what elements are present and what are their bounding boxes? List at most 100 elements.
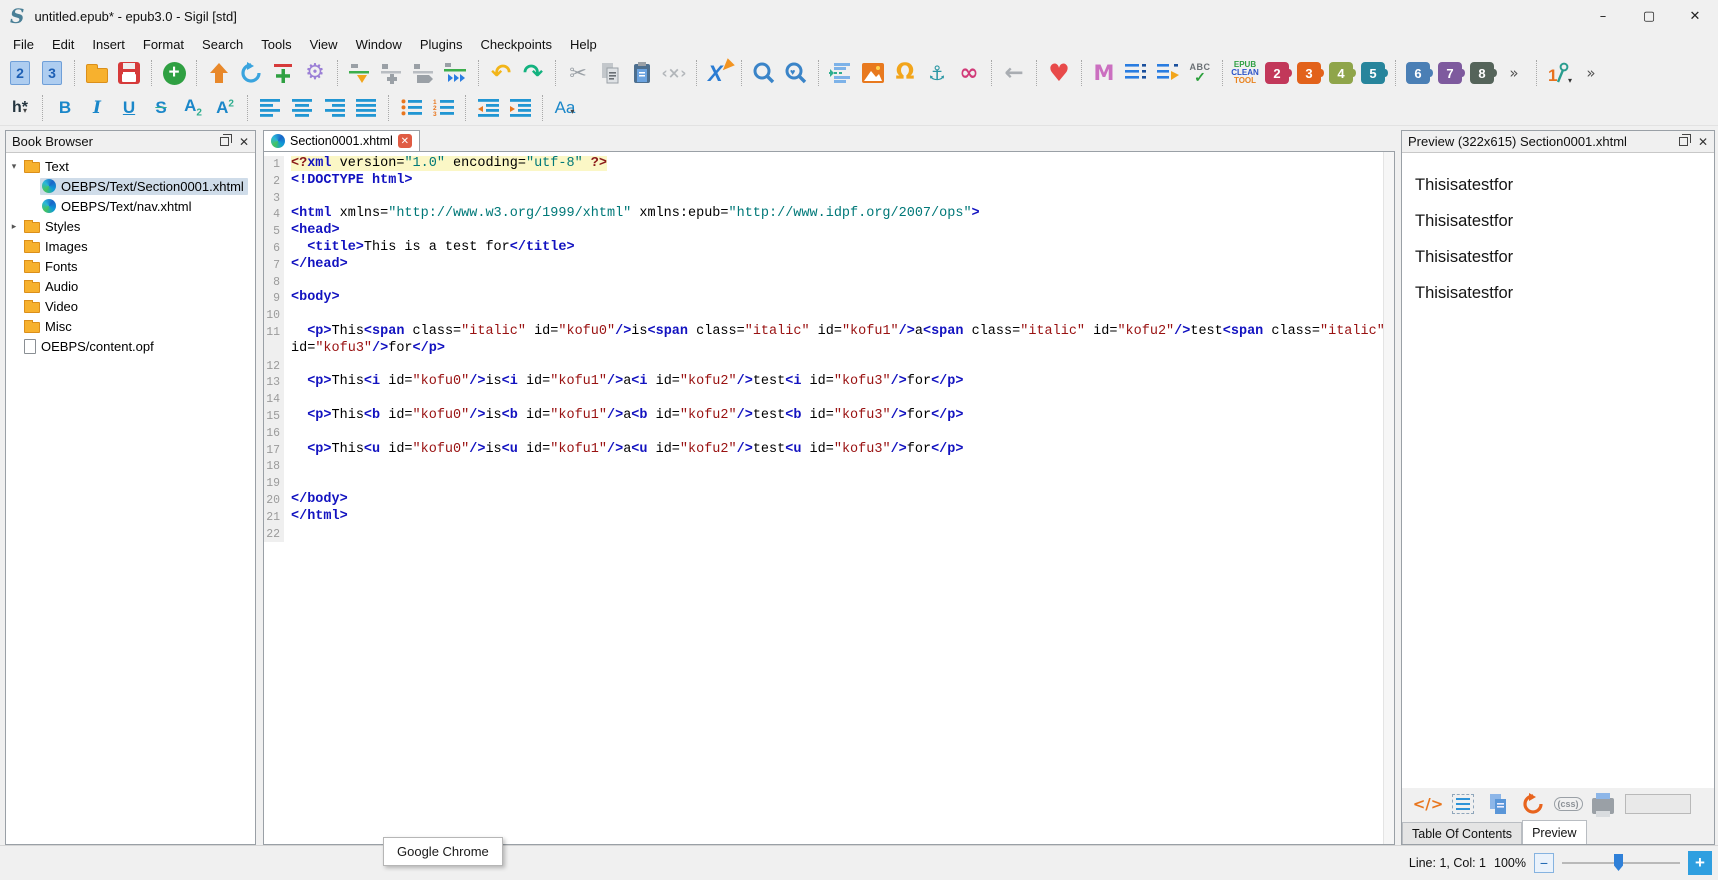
zoom-slider-handle[interactable] <box>1614 854 1623 871</box>
align-justify-button[interactable] <box>350 93 382 123</box>
plugin-8-button[interactable]: 8 <box>1466 58 1498 88</box>
tree-item-images[interactable]: Images <box>6 236 255 256</box>
edit-toc-button[interactable] <box>1120 58 1152 88</box>
insert-image-button[interactable] <box>857 58 889 88</box>
undo-button[interactable]: ↶ <box>485 58 517 88</box>
back-button[interactable]: ← <box>998 58 1030 88</box>
outdent-button[interactable] <box>472 93 504 123</box>
cut-button[interactable]: ✂ <box>562 58 594 88</box>
maximize-button[interactable]: ▢ <box>1626 0 1672 32</box>
code-line-21[interactable]: 21 </html> <box>264 508 1394 526</box>
paste-button[interactable] <box>626 58 658 88</box>
epub-clean-tool-button[interactable]: EPUB CLEAN TOOL <box>1229 58 1261 88</box>
code-line-11[interactable]: 11 <p>This<span class="italic" id="kofu0… <box>264 323 1394 358</box>
tree-item-oebps-content-opf[interactable]: OEBPS/content.opf <box>6 336 255 356</box>
menu-search[interactable]: Search <box>193 34 252 55</box>
spellcheck-button[interactable]: ABC ✓ <box>1184 58 1216 88</box>
tree-item-misc[interactable]: Misc <box>6 316 255 336</box>
code-line-16[interactable]: 16​ <box>264 424 1394 442</box>
new-epub3-button[interactable]: 3 <box>36 58 68 88</box>
close-button[interactable]: ✕ <box>1672 0 1718 32</box>
redo-button[interactable]: ↷ <box>517 58 549 88</box>
tree-expander-icon[interactable]: ▸ <box>6 221 22 232</box>
toolbar-overflow-2-button[interactable]: » <box>1575 58 1607 88</box>
numbered-list-button[interactable]: 123 <box>427 93 459 123</box>
code-line-20[interactable]: 20 </body> <box>264 491 1394 509</box>
menu-edit[interactable]: Edit <box>43 34 83 55</box>
underline-button[interactable]: U <box>113 93 145 123</box>
special-characters-button[interactable]: Ω <box>889 58 921 88</box>
plugin-5-button[interactable]: 5 <box>1357 58 1389 88</box>
tree-item-fonts[interactable]: Fonts <box>6 256 255 276</box>
split-section-button[interactable] <box>825 58 857 88</box>
print-button[interactable] <box>1590 789 1616 819</box>
css-button[interactable]: (css) <box>1553 789 1583 819</box>
editor-scrollbar[interactable] <box>1383 152 1394 844</box>
code-line-13[interactable]: 13 <p>This<i id="kofu0"/>is<i id="kofu1"… <box>264 374 1394 392</box>
superscript-button[interactable]: A2 <box>209 93 241 123</box>
code-line-14[interactable]: 14​ <box>264 391 1394 408</box>
float-panel-icon[interactable] <box>219 134 232 146</box>
zoom-slider[interactable] <box>1562 853 1680 873</box>
tree-item-styles[interactable]: ▸ Styles <box>6 216 255 236</box>
menu-plugins[interactable]: Plugins <box>411 34 472 55</box>
insert-anchor-button[interactable]: ⚓ <box>921 58 953 88</box>
code-line-19[interactable]: 19​ <box>264 475 1394 492</box>
bold-button[interactable]: B <box>49 93 81 123</box>
text-casing-button[interactable]: Aa ▾ <box>549 93 581 123</box>
code-line-22[interactable]: 22​ <box>264 525 1394 543</box>
menu-insert[interactable]: Insert <box>83 34 134 55</box>
italic-button[interactable]: I <box>81 93 113 123</box>
menu-tools[interactable]: Tools <box>252 34 300 55</box>
tree-item-oebps-text-nav-xhtml[interactable]: OEBPS/Text/nav.xhtml <box>6 196 255 216</box>
save-button[interactable] <box>113 58 145 88</box>
menu-file[interactable]: File <box>4 34 43 55</box>
commit-up-button[interactable] <box>203 58 235 88</box>
tree-item-video[interactable]: Video <box>6 296 255 316</box>
tree-item-oebps-text-section0001-xhtml[interactable]: OEBPS/Text/Section0001.xhtml <box>6 176 255 196</box>
code-line-6[interactable]: 6 <title>This is a test for</title> <box>264 239 1394 257</box>
plugin-7-button[interactable]: 7 <box>1434 58 1466 88</box>
menu-view[interactable]: View <box>301 34 347 55</box>
menu-checkpoints[interactable]: Checkpoints <box>471 34 561 55</box>
find-button[interactable] <box>748 58 780 88</box>
code-line-10[interactable]: 10​ <box>264 307 1394 324</box>
code-view[interactable]: 1 <?xml version="1.0" encoding="utf-8" ?>… <box>263 151 1395 845</box>
select-all-button[interactable] <box>1450 789 1476 819</box>
strikethrough-button[interactable]: S <box>145 93 177 123</box>
code-line-18[interactable]: 18​ <box>264 458 1394 476</box>
zoom-out-button[interactable]: − <box>1534 853 1554 873</box>
copy-button[interactable] <box>594 58 626 88</box>
float-panel-icon[interactable] <box>1678 134 1691 146</box>
close-panel-icon[interactable]: ✕ <box>1698 136 1708 148</box>
add-existing-files-button[interactable]: + <box>158 58 190 88</box>
insert-link-button[interactable]: ∞ <box>953 58 985 88</box>
align-right-button[interactable] <box>318 93 350 123</box>
tree-expander-icon[interactable]: ▾ <box>6 161 22 172</box>
bullet-list-button[interactable] <box>395 93 427 123</box>
menu-window[interactable]: Window <box>347 34 411 55</box>
donate-button[interactable]: ♥ <box>1043 58 1075 88</box>
heading-button[interactable]: h* ▾ <box>4 93 36 123</box>
checkpoint-edit-tag-button[interactable] <box>344 58 376 88</box>
generate-toc-button[interactable] <box>1152 58 1184 88</box>
zoom-in-button[interactable]: + <box>1688 851 1712 875</box>
manage-checkpoints-button[interactable]: ⚙ <box>299 58 331 88</box>
code-line-7[interactable]: 7 </head> <box>264 256 1394 274</box>
code-line-3[interactable]: 3​ <box>264 189 1394 207</box>
inspect-code-button[interactable]: </> <box>1413 789 1444 819</box>
code-line-5[interactable]: 5 <head> <box>264 223 1394 240</box>
code-line-17[interactable]: 17 <p>This<u id="kofu0"/>is<u id="kofu1"… <box>264 441 1394 459</box>
menu-help[interactable]: Help <box>561 34 606 55</box>
find-favorite-button[interactable]: ♥ <box>780 58 812 88</box>
align-left-button[interactable] <box>254 93 286 123</box>
plugin-1-robot-button[interactable]: 1 ▾ <box>1543 58 1575 88</box>
code-line-9[interactable]: 9 <body> <box>264 290 1394 308</box>
mend-code-button[interactable]: X <box>703 58 735 88</box>
tree-item-audio[interactable]: Audio <box>6 276 255 296</box>
toolbar-overflow-button[interactable]: » <box>1498 58 1530 88</box>
plugin-3-button[interactable]: 3 <box>1293 58 1325 88</box>
tab-section0001[interactable]: Section0001.xhtml ✕ <box>263 130 420 151</box>
tab-close-icon[interactable]: ✕ <box>397 134 412 148</box>
subscript-button[interactable]: A2 <box>177 93 209 123</box>
